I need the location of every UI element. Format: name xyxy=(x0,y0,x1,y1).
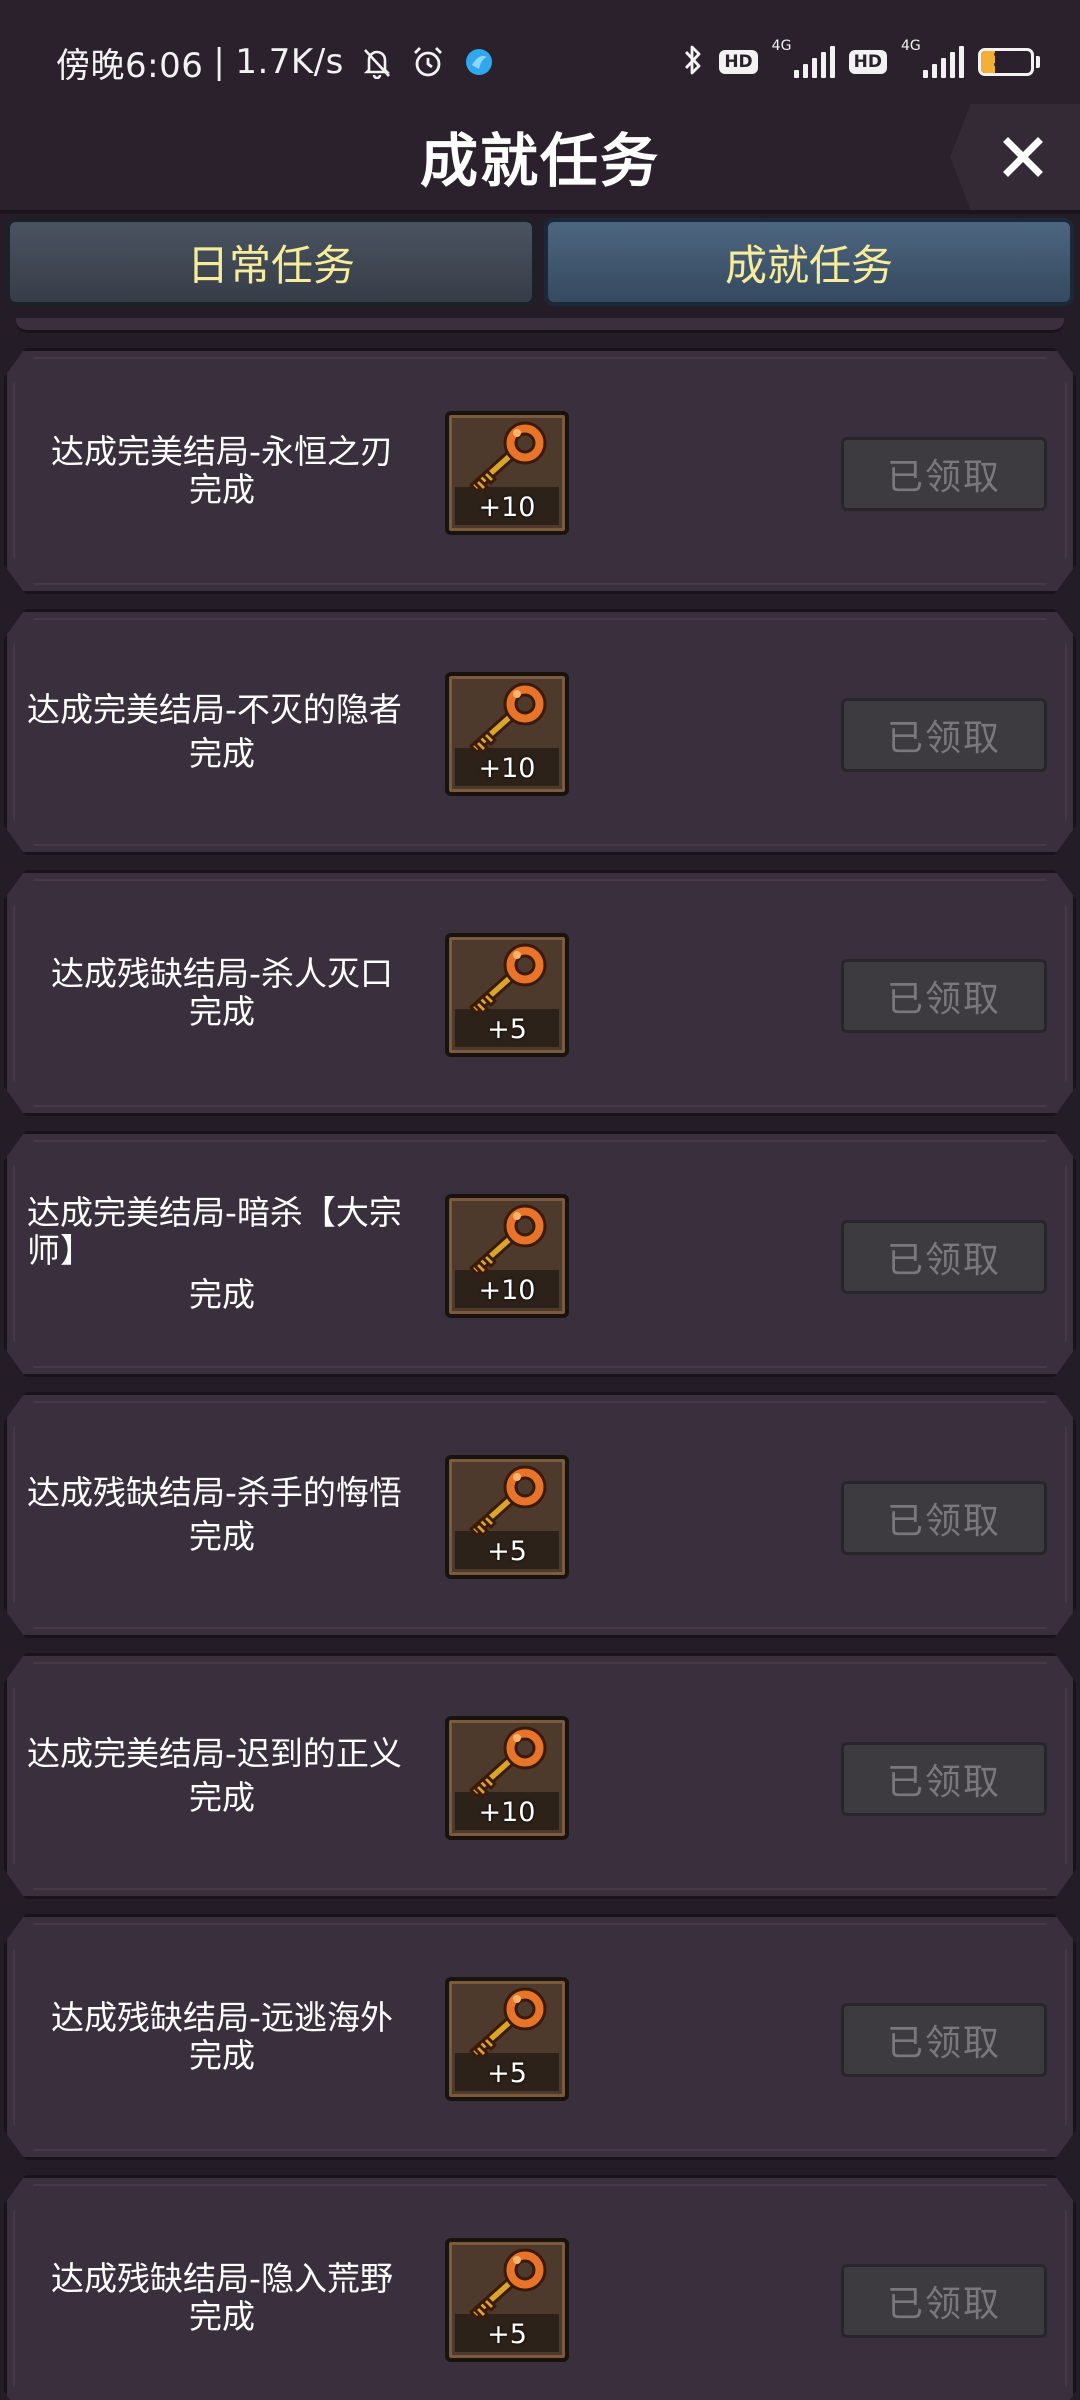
reward-item[interactable]: +5 xyxy=(445,2238,569,2362)
task-name: 达成完美结局-迟到的正义 xyxy=(27,1734,402,1773)
task-card: 达成完美结局-暗杀【大宗师】 完成 +10 已领取 xyxy=(4,1131,1076,1377)
task-card: 达成完美结局-不灭的隐者 完成 +10 已领取 xyxy=(4,609,1076,855)
claimed-button[interactable]: 已领取 xyxy=(841,437,1047,511)
task-name: 达成残缺结局-隐入荒野 xyxy=(51,2259,393,2298)
task-card: 达成残缺结局-隐入荒野 完成 +5 已领取 xyxy=(4,2175,1076,2400)
task-card: 达成残缺结局-远逃海外 完成 +5 已领取 xyxy=(4,1914,1076,2160)
reward-amount: +5 xyxy=(487,1014,527,1045)
task-name: 达成残缺结局-杀人灭口 xyxy=(51,954,393,993)
task-status: 完成 xyxy=(189,1517,255,1556)
task-card: 达成完美结局-永恒之刃 完成 +10 已领取 xyxy=(4,348,1076,594)
previous-card-edge xyxy=(16,318,1064,333)
hd-badge-1: HD xyxy=(719,50,758,74)
reward-amount: +10 xyxy=(478,492,536,523)
task-status: 完成 xyxy=(189,734,255,773)
task-card: 达成残缺结局-杀手的悔悟 完成 +5 已领取 xyxy=(4,1392,1076,1638)
battery-tip xyxy=(1036,56,1040,68)
task-text: 达成完美结局-迟到的正义 完成 xyxy=(27,1735,417,1817)
reward-item[interactable]: +10 xyxy=(445,1194,569,1318)
tab-daily-tasks[interactable]: 日常任务 xyxy=(6,218,536,306)
reward-amount: +5 xyxy=(487,1536,527,1567)
alarm-icon xyxy=(410,44,446,80)
task-status: 完成 xyxy=(189,992,255,1031)
page-title: 成就任务 xyxy=(419,127,660,195)
task-text: 达成残缺结局-远逃海外 完成 xyxy=(27,1999,417,2075)
reward-amount: +5 xyxy=(487,2319,527,2350)
task-name: 达成残缺结局-远逃海外 xyxy=(51,1998,393,2037)
task-status: 完成 xyxy=(189,2297,255,2336)
key-icon xyxy=(469,2248,547,2320)
task-name: 达成残缺结局-杀手的悔悟 xyxy=(27,1473,402,1512)
task-status: 完成 xyxy=(189,2036,255,2075)
claimed-button[interactable]: 已领取 xyxy=(841,1220,1047,1294)
network-type-1: 4G xyxy=(771,38,792,54)
reward-item[interactable]: +5 xyxy=(445,1977,569,2101)
task-name: 达成完美结局-暗杀【大宗师】 xyxy=(27,1193,402,1270)
claimed-button[interactable]: 已领取 xyxy=(841,2264,1047,2338)
bell-muted-icon xyxy=(360,45,394,79)
signal-2-icon: 4G xyxy=(901,38,964,78)
app-notification-icon xyxy=(462,45,496,79)
reward-amount: +10 xyxy=(478,1275,536,1306)
task-name: 达成完美结局-不灭的隐者 xyxy=(27,690,402,729)
claimed-button[interactable]: 已领取 xyxy=(841,1742,1047,1816)
battery-icon: 27 xyxy=(978,48,1034,76)
task-text: 达成残缺结局-杀手的悔悟 完成 xyxy=(27,1474,417,1556)
task-list[interactable]: 达成完美结局-永恒之刃 完成 +10 已领取 达成完美结局-不灭的隐者 完成 +… xyxy=(0,318,1080,2400)
network-speed: 1.7K/s xyxy=(235,42,344,82)
task-name: 达成完美结局-永恒之刃 xyxy=(51,432,393,471)
close-button[interactable] xyxy=(950,104,1080,210)
tab-bar: 日常任务 成就任务 xyxy=(0,214,1080,314)
hd-badge-2: HD xyxy=(848,50,887,74)
key-icon xyxy=(469,1726,547,1798)
reward-item[interactable]: +5 xyxy=(445,1455,569,1579)
claimed-button[interactable]: 已领取 xyxy=(841,698,1047,772)
reward-item[interactable]: +10 xyxy=(445,411,569,535)
key-icon xyxy=(469,1204,547,1276)
task-text: 达成完美结局-永恒之刃 完成 xyxy=(27,433,417,509)
task-text: 达成残缺结局-杀人灭口 完成 xyxy=(27,955,417,1031)
network-type-2: 4G xyxy=(901,38,921,54)
bluetooth-icon xyxy=(681,42,705,82)
header: 成就任务 xyxy=(0,104,1080,214)
status-time: 傍晚6:06 xyxy=(56,45,204,86)
claimed-button[interactable]: 已领取 xyxy=(841,959,1047,1033)
task-card: 达成完美结局-迟到的正义 完成 +10 已领取 xyxy=(4,1653,1076,1899)
claimed-button[interactable]: 已领取 xyxy=(841,1481,1047,1555)
status-bar: 傍晚6:06 | 1.7K/s HD 4G HD 4G 27 xyxy=(0,0,1080,126)
key-icon xyxy=(469,1987,547,2059)
reward-item[interactable]: +10 xyxy=(445,1716,569,1840)
status-left: 傍晚6:06 | 1.7K/s xyxy=(56,38,496,86)
close-icon xyxy=(1003,137,1043,177)
signal-1-icon: 4G xyxy=(772,38,835,78)
task-status: 完成 xyxy=(189,470,255,509)
status-right: HD 4G HD 4G 27 xyxy=(681,38,1040,86)
claimed-button[interactable]: 已领取 xyxy=(841,2003,1047,2077)
reward-item[interactable]: +5 xyxy=(445,933,569,1057)
reward-amount: +5 xyxy=(487,2058,527,2089)
reward-item[interactable]: +10 xyxy=(445,672,569,796)
reward-amount: +10 xyxy=(478,753,536,784)
task-status: 完成 xyxy=(189,1275,255,1314)
task-text: 达成残缺结局-隐入荒野 完成 xyxy=(27,2260,417,2336)
key-icon xyxy=(469,1465,547,1537)
key-icon xyxy=(469,682,547,754)
task-status: 完成 xyxy=(189,1778,255,1817)
task-text: 达成完美结局-不灭的隐者 完成 xyxy=(27,691,417,773)
tab-achievement-tasks[interactable]: 成就任务 xyxy=(544,218,1074,306)
status-separator: | xyxy=(213,42,226,82)
battery-level: 27 xyxy=(992,49,1020,71)
reward-amount: +10 xyxy=(478,1797,536,1828)
task-card: 达成残缺结局-杀人灭口 完成 +5 已领取 xyxy=(4,870,1076,1116)
key-icon xyxy=(469,421,547,493)
key-icon xyxy=(469,943,547,1015)
task-text: 达成完美结局-暗杀【大宗师】 完成 xyxy=(27,1194,417,1314)
